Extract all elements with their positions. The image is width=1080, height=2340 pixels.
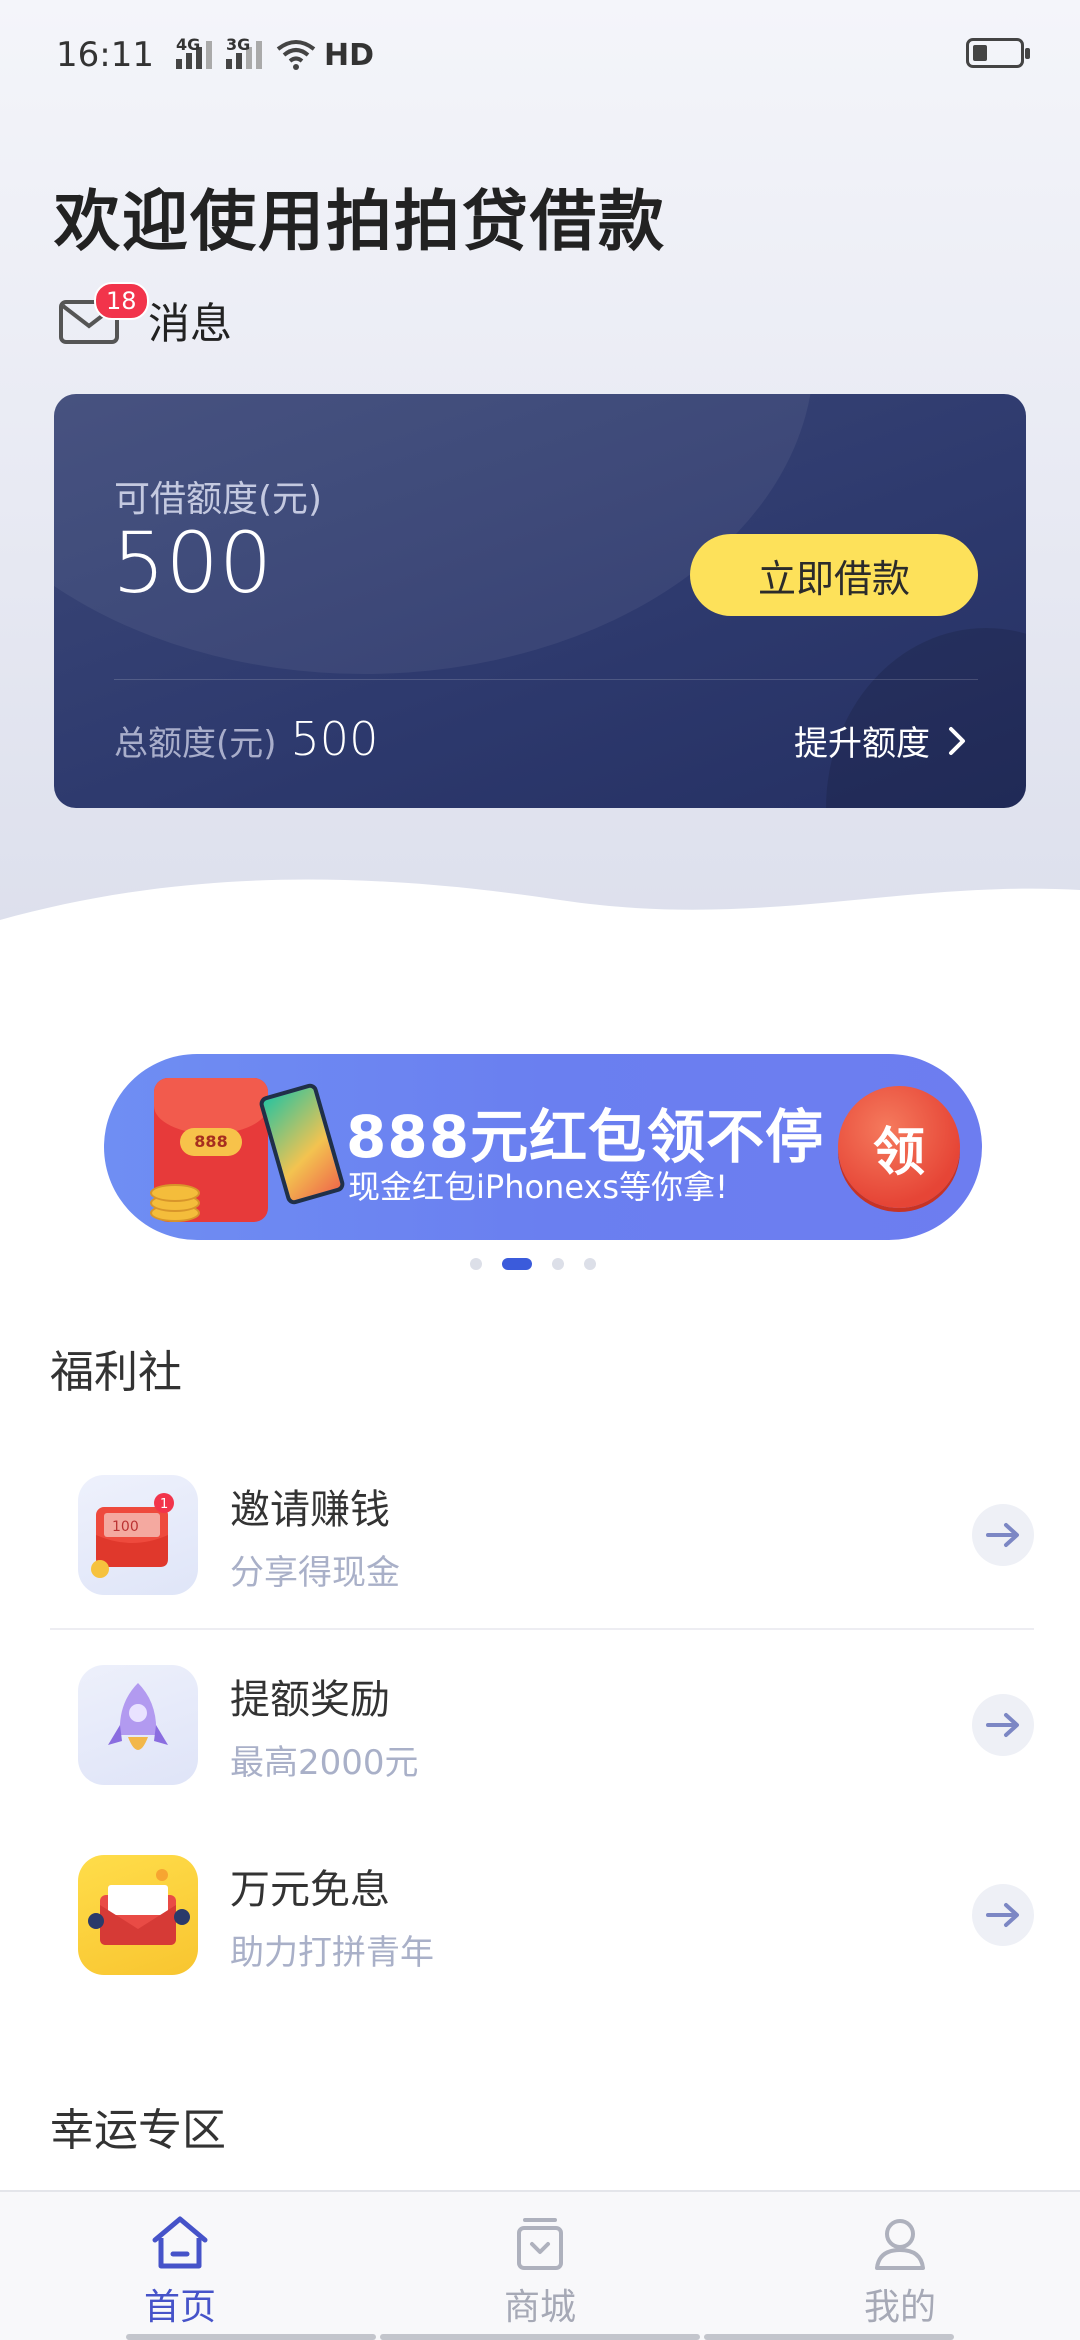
carousel-dot-active [502, 1258, 532, 1270]
tab-mine[interactable]: 我的 [720, 2192, 1080, 2340]
total-limit-value: 500 [290, 712, 379, 766]
user-icon [875, 2219, 925, 2270]
carousel-dot [470, 1258, 482, 1270]
svg-text:1: 1 [160, 1497, 168, 1512]
promo-banner[interactable]: 888 888元红包领不停 现金红包iPhonexs等你拿! 领 [104, 1054, 982, 1240]
hd-indicator: HD [323, 37, 374, 73]
raise-limit-link[interactable]: 提升额度 [794, 716, 966, 765]
arrow-right-icon[interactable] [972, 1504, 1034, 1566]
tab-home[interactable]: 首页 [0, 2192, 360, 2340]
welfare-item-interest-free[interactable]: 万元免息 助力打拼青年 [50, 1820, 1034, 2010]
welfare-list: 100 1 邀请赚钱 分享得现金 提额奖励 最高2000元 万元免息 助力打拼青… [50, 1440, 1034, 2010]
tab-label: 我的 [863, 2287, 936, 2328]
welfare-item-title: 提额奖励 [230, 1676, 390, 1723]
envelope-people-icon [78, 1855, 198, 1975]
home-icon [152, 2216, 208, 2269]
welfare-item-raise-reward[interactable]: 提额奖励 最高2000元 [50, 1630, 1034, 1820]
total-limit: 总额度(元) 500 [114, 712, 378, 766]
battery-icon [966, 38, 1030, 68]
wifi-icon [276, 40, 316, 70]
rocket-icon [78, 1665, 198, 1785]
tab-shop[interactable]: 商城 [360, 2192, 720, 2340]
welfare-item-title: 万元免息 [230, 1866, 390, 1913]
welfare-item-subtitle: 最高2000元 [230, 1742, 419, 1783]
signal-3g-icon: 3G [225, 35, 262, 69]
arrow-right-icon[interactable] [972, 1884, 1034, 1946]
total-limit-label: 总额度(元) [114, 724, 277, 764]
welfare-item-subtitle: 助力打拼青年 [230, 1932, 434, 1973]
tab-label: 首页 [143, 2287, 216, 2328]
coins-icon [150, 1182, 202, 1222]
welfare-item-invite[interactable]: 100 1 邀请赚钱 分享得现金 [50, 1440, 1034, 1630]
carousel-dot [552, 1258, 564, 1270]
carousel-dot [584, 1258, 596, 1270]
tab-label: 商城 [503, 2287, 576, 2328]
borrow-now-button[interactable]: 立即借款 [690, 534, 978, 616]
welfare-section-title: 福利社 [50, 1347, 182, 1398]
mail-icon[interactable]: 18 [58, 281, 149, 346]
messages-entry[interactable]: 18 消息 [58, 281, 232, 351]
messages-label[interactable]: 消息 [148, 290, 232, 351]
carousel-indicator [470, 1258, 596, 1270]
messages-badge: 18 [94, 281, 149, 320]
credit-card: 可借额度(元) 500 立即借款 总额度(元) 500 提升额度 [54, 394, 1026, 808]
svg-text:100: 100 [112, 1519, 139, 1535]
raise-limit-label[interactable]: 提升额度 [794, 716, 930, 765]
card-divider [114, 679, 978, 680]
banner-claim-button[interactable]: 领 [838, 1086, 960, 1208]
bottom-tab-bar: 首页 商城 我的 [0, 2190, 1080, 2340]
wave-divider [0, 879, 1080, 980]
phone-icon [257, 1081, 347, 1207]
welfare-item-subtitle: 分享得现金 [230, 1552, 400, 1593]
red-envelope-icon: 100 1 [78, 1475, 198, 1595]
arrow-right-icon[interactable] [972, 1694, 1034, 1756]
lucky-section-title: 幸运专区 [50, 2105, 226, 2156]
welfare-item-title: 邀请赚钱 [230, 1486, 390, 1533]
signal-4g-icon: 4G [175, 35, 212, 69]
page-title: 欢迎使用拍拍贷借款 [54, 183, 666, 260]
banner-subtitle: 现金红包iPhonexs等你拿! [348, 1168, 728, 1206]
gesture-bar [0, 2332, 1080, 2340]
shop-bag-icon [517, 2218, 563, 2270]
status-time: 16:11 [56, 35, 154, 75]
chevron-right-icon [949, 726, 965, 755]
status-bar: 16:11 4G 3G HD [0, 0, 1080, 110]
available-limit-value: 500 [112, 514, 273, 612]
